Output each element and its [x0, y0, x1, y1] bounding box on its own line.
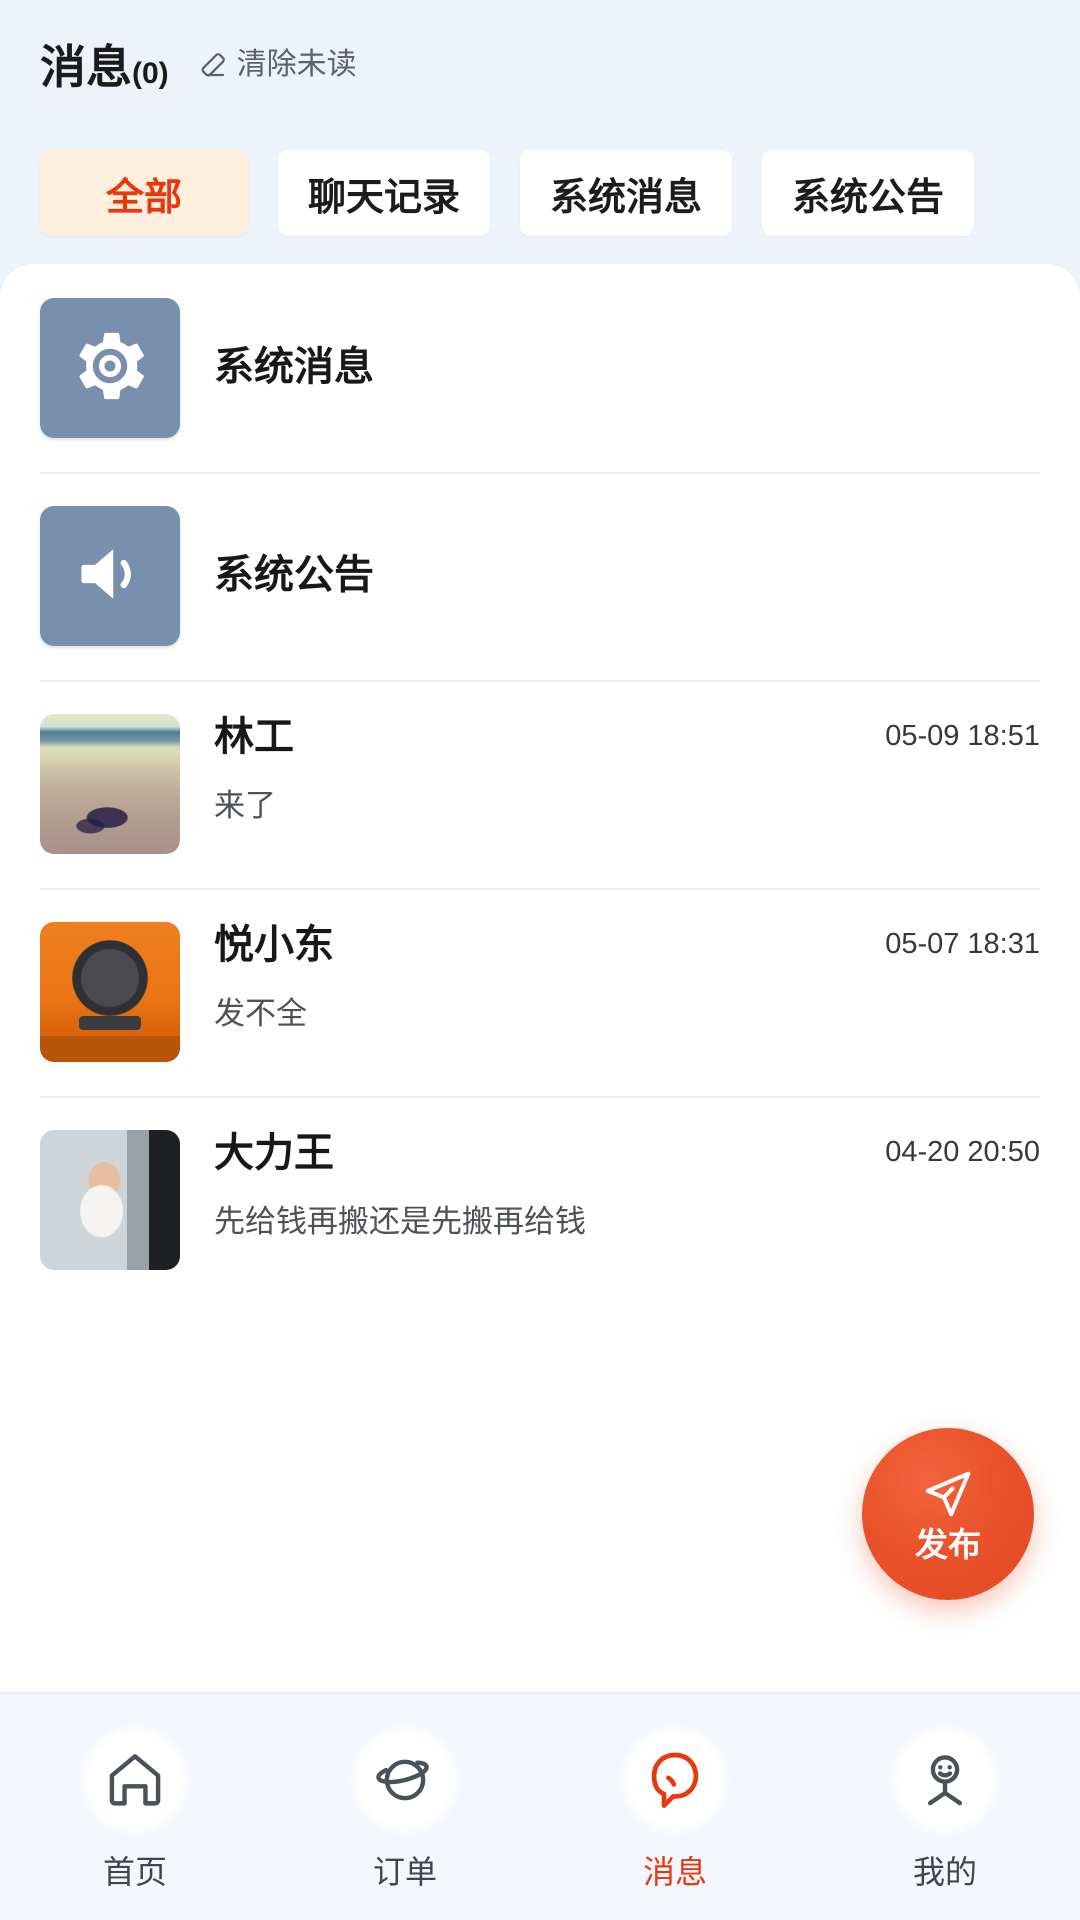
list-item-header: 林工 05-09 18:51	[214, 714, 1040, 761]
nav-item-orders[interactable]: 订单	[270, 1724, 540, 1888]
list-item[interactable]: 大力王 04-20 20:50 先给钱再搬还是先搬再给钱	[0, 1096, 1080, 1304]
nav-item-profile[interactable]: 我的	[810, 1724, 1080, 1888]
list-item-body: 林工 05-09 18:51 来了	[180, 714, 1040, 826]
list-item-header: 悦小东 05-07 18:31	[214, 922, 1040, 969]
message-list: 系统消息 系统公告 林工 05-09 18:51 来了 悦小东 05-07 18…	[0, 264, 1080, 1692]
clear-unread-button[interactable]: 清除未读	[197, 49, 357, 81]
tab-chat-history[interactable]: 聊天记录	[278, 150, 491, 236]
publish-fab-button[interactable]: 发布	[862, 1428, 1034, 1600]
eraser-icon	[197, 49, 229, 81]
tab-system-announcement[interactable]: 系统公告	[762, 150, 975, 236]
unread-count: (0)	[132, 57, 169, 90]
filter-tabs: 全部 聊天记录 系统消息 系统公告	[0, 130, 1080, 258]
gear-icon	[71, 327, 149, 410]
list-item-body: 系统公告	[180, 552, 1040, 599]
tab-chat-history-label: 聊天记录	[308, 176, 461, 219]
nav-item-home-label: 首页	[102, 1854, 167, 1890]
list-item-header: 大力王 04-20 20:50	[214, 1130, 1040, 1177]
list-item-name: 大力王	[214, 1131, 334, 1175]
message-screen: 消息(0) 清除未读 全部 聊天记录 系统消息 系统公告 系统消息 系统公告 林…	[0, 0, 1080, 1920]
list-item-time: 05-09 18:51	[885, 720, 1040, 752]
list-item[interactable]: 系统消息	[0, 264, 1080, 472]
planet-icon	[349, 1724, 461, 1836]
list-item[interactable]: 系统公告	[0, 472, 1080, 680]
bottom-navigation: 首页 订单 消息 我的	[0, 1692, 1080, 1920]
list-item-preview: 发不全	[214, 996, 307, 1032]
list-item[interactable]: 林工 05-09 18:51 来了	[0, 680, 1080, 888]
page-header: 消息(0) 清除未读	[0, 0, 1080, 130]
send-plane-icon	[921, 1467, 975, 1524]
list-item-preview: 来了	[214, 788, 276, 824]
avatar	[40, 922, 180, 1062]
list-item[interactable]: 悦小东 05-07 18:31 发不全	[0, 888, 1080, 1096]
tab-all-label: 全部	[105, 176, 182, 219]
avatar	[40, 298, 180, 438]
publish-fab-label: 发布	[915, 1526, 981, 1563]
tab-system-announcement-label: 系统公告	[792, 176, 945, 219]
tab-all[interactable]: 全部	[40, 150, 248, 236]
user-smile-icon	[889, 1724, 1001, 1836]
avatar	[40, 1130, 180, 1270]
nav-item-home[interactable]: 首页	[0, 1724, 270, 1888]
avatar	[40, 506, 180, 646]
page-title: 消息(0)	[40, 44, 169, 90]
list-item-body: 系统消息	[180, 344, 1040, 391]
list-item-body: 大力王 04-20 20:50 先给钱再搬还是先搬再给钱	[180, 1130, 1040, 1242]
tab-system-message[interactable]: 系统消息	[520, 150, 733, 236]
clear-unread-label: 清除未读	[236, 48, 357, 81]
chat-bubble-icon	[619, 1724, 731, 1836]
page-title-text: 消息	[40, 41, 132, 93]
list-item-time: 05-07 18:31	[885, 928, 1040, 960]
nav-item-orders-label: 订单	[372, 1854, 437, 1890]
avatar	[40, 714, 180, 854]
nav-item-profile-label: 我的	[912, 1854, 977, 1890]
tab-system-message-label: 系统消息	[550, 176, 703, 219]
list-item-name: 林工	[214, 715, 294, 759]
list-item-body: 悦小东 05-07 18:31 发不全	[180, 922, 1040, 1034]
home-icon	[79, 1724, 191, 1836]
list-item-name: 系统公告	[214, 553, 374, 598]
list-item-name: 悦小东	[214, 923, 334, 967]
list-item-time: 04-20 20:50	[885, 1136, 1040, 1168]
speaker-icon	[71, 535, 149, 618]
list-item-preview: 先给钱再搬还是先搬再给钱	[214, 1204, 586, 1240]
avatar-detail	[79, 1016, 141, 1030]
list-item-name: 系统消息	[214, 345, 374, 390]
nav-item-messages-label: 消息	[642, 1854, 707, 1890]
nav-item-messages[interactable]: 消息	[540, 1724, 810, 1888]
